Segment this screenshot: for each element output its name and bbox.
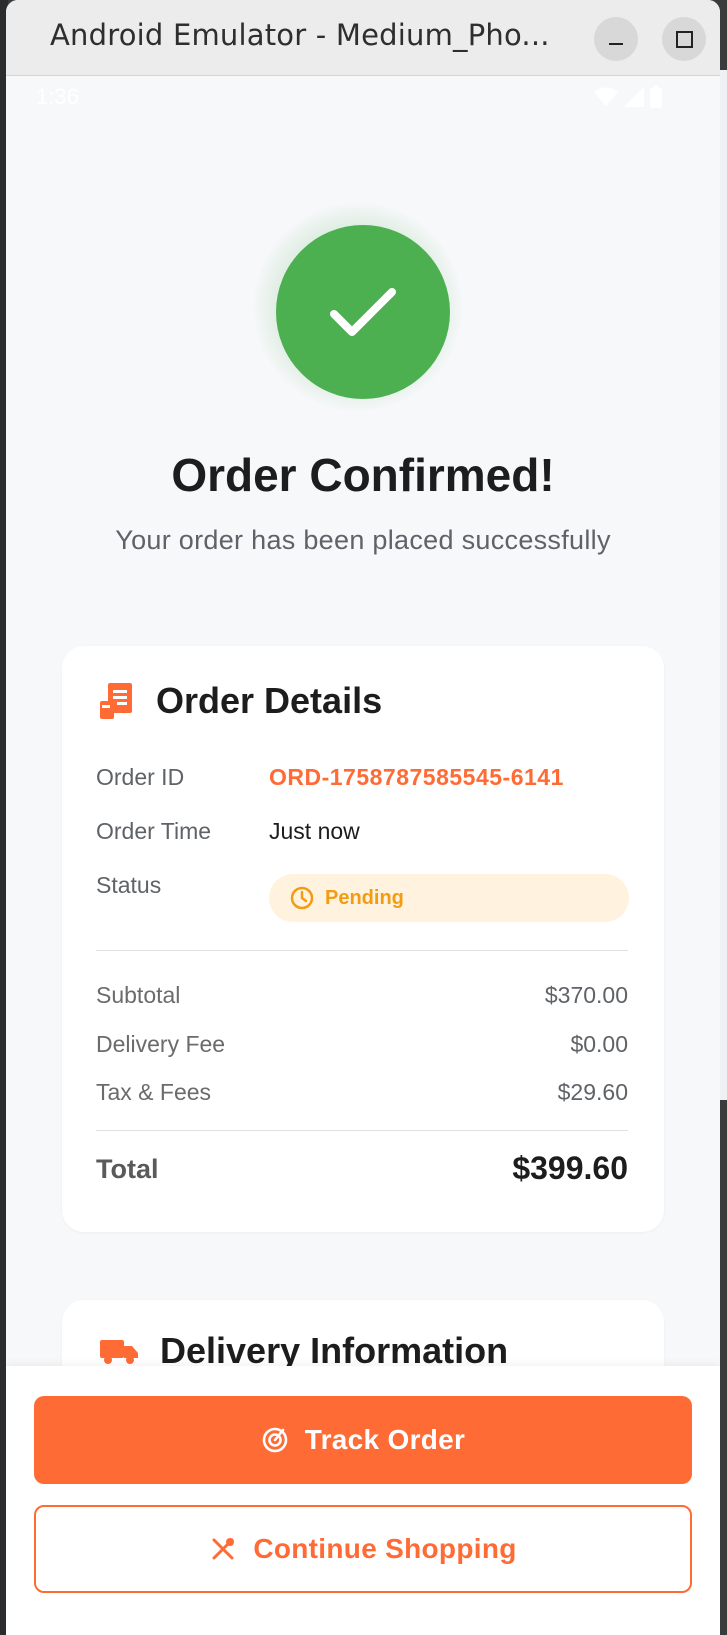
clock-icon xyxy=(290,886,314,910)
success-badge xyxy=(276,225,450,399)
continue-shopping-label: Continue Shopping xyxy=(253,1533,517,1564)
subtotal-value: $370.00 xyxy=(544,982,628,1008)
confirmation-title: Order Confirmed! xyxy=(171,449,555,501)
track-order-label: Track Order xyxy=(304,1424,466,1455)
signal-icon xyxy=(624,87,644,107)
utensils-icon xyxy=(212,1538,235,1560)
subtotal-label: Subtotal xyxy=(96,982,181,1008)
status-icons xyxy=(594,86,662,108)
delivery-fee-value: $0.00 xyxy=(570,1031,628,1057)
divider xyxy=(96,1130,628,1131)
tax-fees-value: $29.60 xyxy=(557,1079,628,1105)
status-value: Pending xyxy=(325,886,404,909)
continue-shopping-button[interactable]: Continue Shopping xyxy=(34,1505,692,1593)
status-badge: Pending xyxy=(269,874,629,922)
status-time: 1:36 xyxy=(36,84,79,109)
truck-icon xyxy=(100,1340,138,1364)
window-title: Android Emulator - Medium_Pho... xyxy=(50,18,550,52)
radar-icon xyxy=(262,1427,288,1453)
maximize-icon[interactable] xyxy=(662,17,706,61)
total-label: Total xyxy=(96,1154,159,1184)
order-details-card: Order Details Order ID ORD-1758787585545… xyxy=(62,646,664,1232)
minimize-icon[interactable] xyxy=(594,17,638,61)
emulator-window: Android Emulator - Medium_Pho... 1:36 Or… xyxy=(6,0,720,1635)
order-id-label: Order ID xyxy=(96,764,185,790)
status-label: Status xyxy=(96,872,162,898)
desktop-background-right xyxy=(720,70,727,1100)
bottom-action-bar: Track Order Continue Shopping xyxy=(6,1366,720,1635)
window-titlebar[interactable]: Android Emulator - Medium_Pho... xyxy=(6,0,720,76)
order-time-label: Order Time xyxy=(96,818,212,844)
check-icon xyxy=(330,288,396,336)
android-status-bar: 1:36 xyxy=(6,76,720,116)
tax-fees-label: Tax & Fees xyxy=(96,1079,212,1105)
order-details-title: Order Details xyxy=(156,680,383,721)
total-value: $399.60 xyxy=(512,1150,628,1186)
order-id-value: ORD-1758787585545-6141 xyxy=(269,764,564,790)
divider xyxy=(96,950,628,951)
order-details-header: Order Details xyxy=(100,680,382,722)
order-time-value: Just now xyxy=(269,818,360,844)
battery-icon xyxy=(650,86,662,108)
wifi-icon xyxy=(594,87,618,106)
delivery-fee-label: Delivery Fee xyxy=(96,1031,226,1057)
receipt-icon xyxy=(100,683,132,719)
track-order-button[interactable]: Track Order xyxy=(34,1396,692,1484)
confirmation-subtitle: Your order has been placed successfully xyxy=(115,525,611,555)
